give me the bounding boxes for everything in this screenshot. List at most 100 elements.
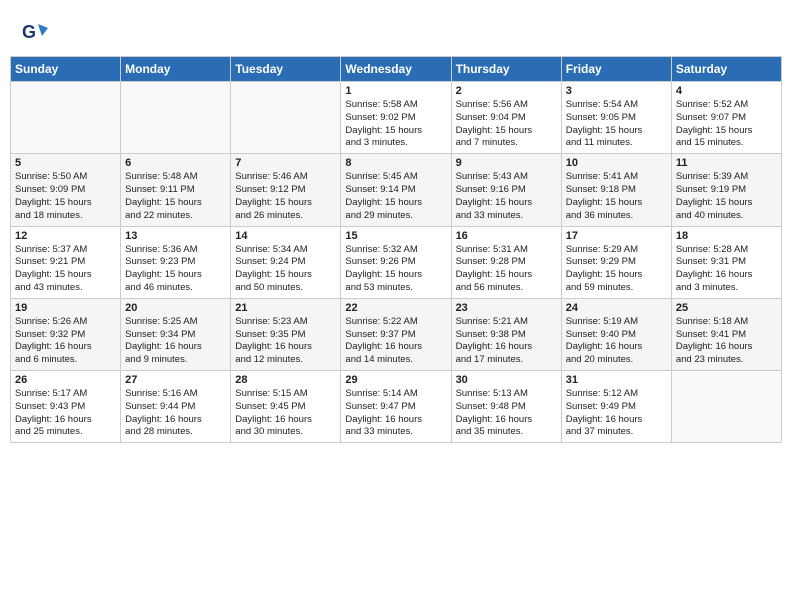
weekday-header-wednesday: Wednesday bbox=[341, 57, 451, 82]
day-number: 14 bbox=[235, 230, 336, 242]
day-number: 6 bbox=[125, 157, 226, 169]
day-info: Sunrise: 5:23 AM bbox=[235, 316, 336, 329]
day-info: Sunset: 9:44 PM bbox=[125, 401, 226, 414]
day-info: Sunrise: 5:18 AM bbox=[676, 316, 777, 329]
day-number: 5 bbox=[15, 157, 116, 169]
day-info: and 59 minutes. bbox=[566, 282, 667, 295]
calendar-cell-w0d2 bbox=[231, 82, 341, 154]
day-number: 23 bbox=[456, 302, 557, 314]
day-info: Daylight: 15 hours bbox=[125, 269, 226, 282]
day-info: Sunrise: 5:54 AM bbox=[566, 99, 667, 112]
day-info: Sunrise: 5:22 AM bbox=[345, 316, 446, 329]
day-info: Daylight: 16 hours bbox=[676, 269, 777, 282]
day-number: 22 bbox=[345, 302, 446, 314]
day-info: Daylight: 15 hours bbox=[235, 269, 336, 282]
day-info: Sunset: 9:04 PM bbox=[456, 112, 557, 125]
day-number: 27 bbox=[125, 374, 226, 386]
day-info: Sunset: 9:21 PM bbox=[15, 256, 116, 269]
day-info: Daylight: 16 hours bbox=[456, 341, 557, 354]
day-info: and 53 minutes. bbox=[345, 282, 446, 295]
day-info: and 18 minutes. bbox=[15, 210, 116, 223]
calendar-cell-w0d0 bbox=[11, 82, 121, 154]
page-header: G bbox=[10, 10, 782, 50]
day-info: and 46 minutes. bbox=[125, 282, 226, 295]
day-info: Daylight: 16 hours bbox=[676, 341, 777, 354]
calendar-cell-w4d0: 26Sunrise: 5:17 AMSunset: 9:43 PMDayligh… bbox=[11, 371, 121, 443]
day-number: 13 bbox=[125, 230, 226, 242]
day-info: and 26 minutes. bbox=[235, 210, 336, 223]
day-info: Daylight: 15 hours bbox=[566, 197, 667, 210]
day-number: 12 bbox=[15, 230, 116, 242]
weekday-header-friday: Friday bbox=[561, 57, 671, 82]
calendar-cell-w4d1: 27Sunrise: 5:16 AMSunset: 9:44 PMDayligh… bbox=[121, 371, 231, 443]
day-number: 24 bbox=[566, 302, 667, 314]
day-info: Sunset: 9:43 PM bbox=[15, 401, 116, 414]
day-number: 2 bbox=[456, 85, 557, 97]
calendar-cell-w2d1: 13Sunrise: 5:36 AMSunset: 9:23 PMDayligh… bbox=[121, 226, 231, 298]
day-info: Sunrise: 5:25 AM bbox=[125, 316, 226, 329]
day-number: 1 bbox=[345, 85, 446, 97]
day-info: and 36 minutes. bbox=[566, 210, 667, 223]
day-info: Sunrise: 5:56 AM bbox=[456, 99, 557, 112]
calendar-cell-w3d2: 21Sunrise: 5:23 AMSunset: 9:35 PMDayligh… bbox=[231, 298, 341, 370]
calendar-cell-w1d5: 10Sunrise: 5:41 AMSunset: 9:18 PMDayligh… bbox=[561, 154, 671, 226]
calendar-table: SundayMondayTuesdayWednesdayThursdayFrid… bbox=[10, 56, 782, 443]
calendar-cell-w4d4: 30Sunrise: 5:13 AMSunset: 9:48 PMDayligh… bbox=[451, 371, 561, 443]
day-info: Daylight: 16 hours bbox=[15, 414, 116, 427]
day-info: Sunset: 9:34 PM bbox=[125, 329, 226, 342]
day-info: Sunset: 9:18 PM bbox=[566, 184, 667, 197]
calendar-cell-w2d5: 17Sunrise: 5:29 AMSunset: 9:29 PMDayligh… bbox=[561, 226, 671, 298]
day-number: 9 bbox=[456, 157, 557, 169]
day-info: Daylight: 15 hours bbox=[345, 125, 446, 138]
calendar-cell-w3d3: 22Sunrise: 5:22 AMSunset: 9:37 PMDayligh… bbox=[341, 298, 451, 370]
calendar-cell-w1d2: 7Sunrise: 5:46 AMSunset: 9:12 PMDaylight… bbox=[231, 154, 341, 226]
day-info: Sunrise: 5:50 AM bbox=[15, 171, 116, 184]
day-info: Daylight: 16 hours bbox=[235, 341, 336, 354]
calendar-cell-w2d6: 18Sunrise: 5:28 AMSunset: 9:31 PMDayligh… bbox=[671, 226, 781, 298]
calendar-cell-w0d3: 1Sunrise: 5:58 AMSunset: 9:02 PMDaylight… bbox=[341, 82, 451, 154]
day-info: and 3 minutes. bbox=[345, 137, 446, 150]
day-number: 25 bbox=[676, 302, 777, 314]
calendar-cell-w0d1 bbox=[121, 82, 231, 154]
calendar-cell-w0d4: 2Sunrise: 5:56 AMSunset: 9:04 PMDaylight… bbox=[451, 82, 561, 154]
day-info: Sunrise: 5:37 AM bbox=[15, 244, 116, 257]
day-info: Daylight: 15 hours bbox=[566, 125, 667, 138]
day-info: and 29 minutes. bbox=[345, 210, 446, 223]
svg-text:G: G bbox=[22, 22, 36, 42]
day-info: Daylight: 15 hours bbox=[676, 125, 777, 138]
calendar-cell-w1d0: 5Sunrise: 5:50 AMSunset: 9:09 PMDaylight… bbox=[11, 154, 121, 226]
day-info: Sunrise: 5:43 AM bbox=[456, 171, 557, 184]
day-info: Sunrise: 5:58 AM bbox=[345, 99, 446, 112]
calendar-cell-w3d0: 19Sunrise: 5:26 AMSunset: 9:32 PMDayligh… bbox=[11, 298, 121, 370]
day-number: 3 bbox=[566, 85, 667, 97]
day-number: 11 bbox=[676, 157, 777, 169]
day-info: Sunrise: 5:31 AM bbox=[456, 244, 557, 257]
day-number: 17 bbox=[566, 230, 667, 242]
day-info: Sunset: 9:26 PM bbox=[345, 256, 446, 269]
calendar-cell-w4d5: 31Sunrise: 5:12 AMSunset: 9:49 PMDayligh… bbox=[561, 371, 671, 443]
day-info: Sunset: 9:29 PM bbox=[566, 256, 667, 269]
day-info: Daylight: 16 hours bbox=[345, 341, 446, 354]
logo: G bbox=[20, 18, 50, 46]
day-info: and 20 minutes. bbox=[566, 354, 667, 367]
day-info: Sunrise: 5:13 AM bbox=[456, 388, 557, 401]
day-number: 15 bbox=[345, 230, 446, 242]
calendar-cell-w3d4: 23Sunrise: 5:21 AMSunset: 9:38 PMDayligh… bbox=[451, 298, 561, 370]
day-info: Sunset: 9:09 PM bbox=[15, 184, 116, 197]
day-info: Daylight: 16 hours bbox=[15, 341, 116, 354]
weekday-header-tuesday: Tuesday bbox=[231, 57, 341, 82]
day-info: Sunrise: 5:12 AM bbox=[566, 388, 667, 401]
weekday-header-monday: Monday bbox=[121, 57, 231, 82]
day-info: and 23 minutes. bbox=[676, 354, 777, 367]
day-info: Sunrise: 5:46 AM bbox=[235, 171, 336, 184]
calendar-cell-w1d3: 8Sunrise: 5:45 AMSunset: 9:14 PMDaylight… bbox=[341, 154, 451, 226]
day-info: Sunset: 9:45 PM bbox=[235, 401, 336, 414]
day-number: 21 bbox=[235, 302, 336, 314]
day-info: Sunset: 9:28 PM bbox=[456, 256, 557, 269]
day-info: Sunset: 9:23 PM bbox=[125, 256, 226, 269]
day-info: Sunset: 9:48 PM bbox=[456, 401, 557, 414]
day-info: Sunset: 9:31 PM bbox=[676, 256, 777, 269]
day-info: and 25 minutes. bbox=[15, 426, 116, 439]
calendar-cell-w2d3: 15Sunrise: 5:32 AMSunset: 9:26 PMDayligh… bbox=[341, 226, 451, 298]
day-number: 28 bbox=[235, 374, 336, 386]
